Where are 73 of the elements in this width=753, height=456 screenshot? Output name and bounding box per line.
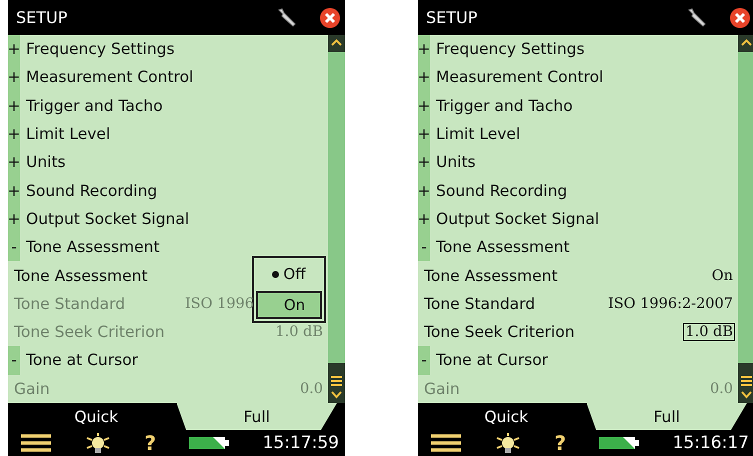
expand-sign[interactable]: - <box>8 346 20 375</box>
expand-sign[interactable]: + <box>418 92 430 120</box>
expand-sign[interactable]: + <box>418 148 430 176</box>
group-heading[interactable]: Output Socket Signal <box>430 210 600 228</box>
group-heading[interactable]: Limit Level <box>20 125 110 144</box>
help-button[interactable]: ? <box>144 431 156 455</box>
setting-label: Gain <box>423 380 460 398</box>
expand-sign[interactable]: - <box>8 233 20 262</box>
scroll-bar[interactable] <box>738 35 753 403</box>
help-button[interactable]: ? <box>554 431 566 455</box>
setting-label: Tone Assessment <box>13 266 148 285</box>
clock-time: 15:17:59 <box>262 433 339 453</box>
expand-sign[interactable]: + <box>418 176 430 205</box>
expand-sign[interactable]: + <box>8 204 20 234</box>
group-heading[interactable]: Units <box>430 153 476 172</box>
setting-label: Tone Standard <box>423 294 536 313</box>
expand-sign[interactable]: - <box>418 233 430 262</box>
expand-sign[interactable]: + <box>8 35 20 64</box>
expand-sign[interactable]: + <box>418 63 430 92</box>
scroll-up-icon[interactable] <box>328 35 345 52</box>
screen-title: SETUP <box>16 8 68 27</box>
setting-label: Tone Assessment <box>423 266 558 285</box>
group-heading[interactable]: Tone Assessment <box>430 238 570 256</box>
group-heading[interactable]: Tone at Cursor <box>20 351 138 370</box>
menu-icon[interactable] <box>430 433 462 453</box>
setting-value[interactable]: ISO 1996:2-2007 <box>606 294 735 313</box>
expand-sign[interactable]: + <box>418 35 430 64</box>
setting-value[interactable]: On <box>710 266 735 285</box>
group-heading[interactable]: Trigger and Tacho <box>430 96 573 115</box>
group-heading[interactable]: Measurement Control <box>20 68 194 86</box>
setting-label: Tone Seek Criterion <box>423 323 575 342</box>
expand-sign[interactable]: + <box>8 120 20 148</box>
close-icon[interactable] <box>319 6 341 28</box>
option-item[interactable]: On <box>256 291 322 320</box>
light-bulb-icon[interactable] <box>85 432 112 454</box>
group-heading[interactable]: Sound Recording <box>430 182 568 200</box>
expand-sign[interactable]: + <box>8 148 20 176</box>
scroll-up-icon[interactable] <box>738 35 753 52</box>
group-heading[interactable]: Limit Level <box>430 125 520 144</box>
tab[interactable]: Full <box>176 403 337 430</box>
setting-value[interactable]: 1.0 dB <box>683 323 735 342</box>
wrench-icon[interactable] <box>275 6 297 28</box>
expand-sign[interactable]: + <box>8 63 20 92</box>
battery-icon <box>599 436 640 450</box>
group-heading[interactable]: Tone at Cursor <box>430 351 548 370</box>
light-bulb-icon[interactable] <box>495 432 522 454</box>
scroll-thumb-drawing[interactable] <box>328 363 345 403</box>
expand-sign[interactable]: - <box>418 346 430 375</box>
group-heading[interactable]: Frequency Settings <box>430 40 585 58</box>
expand-sign[interactable]: + <box>8 176 20 205</box>
battery-icon <box>189 436 230 450</box>
option-item[interactable]: Off <box>256 260 322 288</box>
clock-time: 15:16:17 <box>672 433 749 453</box>
group-heading[interactable]: Sound Recording <box>20 182 158 200</box>
scroll-bar[interactable] <box>328 35 345 403</box>
group-heading[interactable]: Trigger and Tacho <box>20 96 163 115</box>
setting-label: Tone Standard <box>13 294 126 313</box>
screen-title: SETUP <box>426 8 478 27</box>
close-icon[interactable] <box>729 6 751 28</box>
group-heading[interactable]: Tone Assessment <box>20 238 160 256</box>
group-heading[interactable]: Output Socket Signal <box>20 210 190 228</box>
setting-label: Gain <box>13 380 50 398</box>
group-heading[interactable]: Frequency Settings <box>20 40 175 58</box>
group-heading[interactable]: Units <box>20 153 66 172</box>
expand-sign[interactable]: + <box>418 204 430 234</box>
setting-label: Tone Seek Criterion <box>13 323 165 342</box>
expand-sign[interactable]: + <box>8 92 20 120</box>
menu-icon[interactable] <box>20 433 52 453</box>
group-heading[interactable]: Measurement Control <box>430 68 604 86</box>
scroll-thumb-drawing[interactable] <box>738 363 753 403</box>
wrench-icon[interactable] <box>685 6 707 28</box>
tab[interactable]: Full <box>586 403 747 430</box>
expand-sign[interactable]: + <box>418 120 430 148</box>
